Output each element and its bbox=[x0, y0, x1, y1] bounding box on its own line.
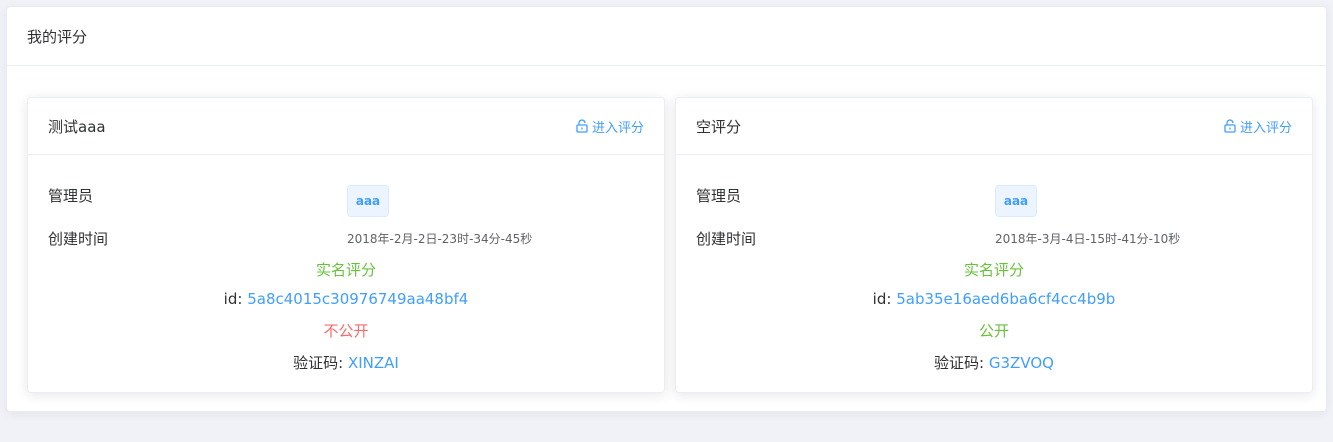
rating-card: 空评分 进入评分 管理员 aaa 创建时间 2018年-3月-4日-15时-41… bbox=[675, 97, 1313, 393]
enter-rating-button[interactable]: 进入评分 bbox=[1224, 117, 1292, 136]
id-value: 5a8c4015c30976749aa48bf4 bbox=[247, 290, 469, 308]
rating-cards: 测试aaa 进入评分 管理员 aaa 创建时间 2018年-2月-2日-23时-… bbox=[27, 97, 1313, 393]
visibility-status: 不公开 bbox=[323, 322, 369, 340]
created-time-value: 2018年-3月-4日-15时-41分-10秒 bbox=[995, 232, 1181, 246]
my-ratings-panel: 我的评分 测试aaa 进入评分 管理员 aaa 创建时间 2018年-2月-2日… bbox=[6, 6, 1327, 412]
visibility-status: 公开 bbox=[978, 322, 1009, 340]
card-title: 测试aaa bbox=[48, 117, 106, 136]
enter-rating-label: 进入评分 bbox=[1239, 120, 1292, 136]
admin-tag: aaa bbox=[995, 185, 1037, 217]
lock-icon bbox=[576, 119, 588, 133]
admin-label: 管理员 bbox=[48, 187, 94, 205]
created-time-label: 创建时间 bbox=[48, 230, 109, 248]
verification-code: 验证码: G3ZVOQ bbox=[676, 352, 1312, 373]
card-header: 空评分 进入评分 bbox=[676, 98, 1312, 155]
admin-label: 管理员 bbox=[696, 187, 742, 205]
rating-id: id: 5ab35e16aed6ba6cf4cc4b9b bbox=[676, 290, 1312, 308]
rating-type: 实名评分 bbox=[963, 261, 1024, 279]
card-header: 测试aaa 进入评分 bbox=[28, 98, 664, 155]
created-time-value: 2018年-2月-2日-23时-34分-45秒 bbox=[347, 232, 533, 246]
lock-icon bbox=[1224, 119, 1236, 133]
code-value: XINZAI bbox=[347, 354, 399, 372]
code-value: G3ZVOQ bbox=[988, 354, 1054, 372]
code-label: 验证码: bbox=[293, 354, 344, 372]
id-value: 5ab35e16aed6ba6cf4cc4b9b bbox=[896, 290, 1116, 308]
id-label: id: bbox=[223, 290, 243, 308]
admin-tag: aaa bbox=[347, 185, 389, 217]
enter-rating-label: 进入评分 bbox=[591, 120, 644, 136]
rating-card: 测试aaa 进入评分 管理员 aaa 创建时间 2018年-2月-2日-23时-… bbox=[27, 97, 665, 393]
panel-header: 我的评分 bbox=[7, 7, 1326, 66]
rating-type: 实名评分 bbox=[315, 261, 376, 279]
verification-code: 验证码: XINZAI bbox=[28, 352, 664, 373]
enter-rating-button[interactable]: 进入评分 bbox=[576, 117, 644, 136]
id-label: id: bbox=[872, 290, 892, 308]
created-time-label: 创建时间 bbox=[696, 230, 757, 248]
page-title: 我的评分 bbox=[27, 27, 88, 46]
card-body: 管理员 aaa 创建时间 2018年-3月-4日-15时-41分-10秒 实名评… bbox=[676, 155, 1312, 393]
rating-id: id: 5a8c4015c30976749aa48bf4 bbox=[28, 290, 664, 308]
card-title: 空评分 bbox=[696, 117, 742, 136]
card-body: 管理员 aaa 创建时间 2018年-2月-2日-23时-34分-45秒 实名评… bbox=[28, 155, 664, 393]
code-label: 验证码: bbox=[934, 354, 985, 372]
